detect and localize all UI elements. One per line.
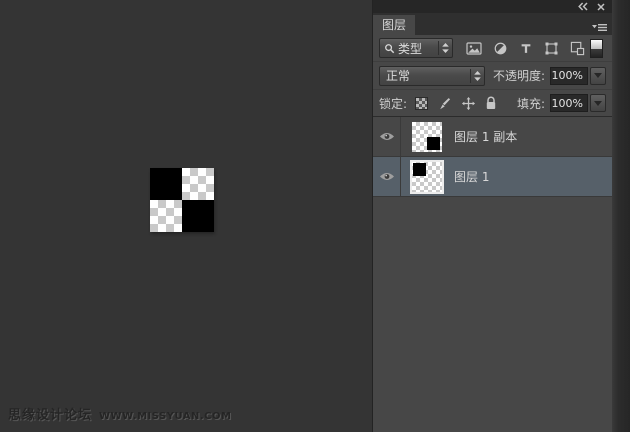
lock-position-move-icon[interactable] [461, 96, 476, 111]
lock-all-padlock-icon[interactable] [485, 96, 497, 110]
artwork-quadrant-black-br [182, 200, 214, 232]
layers-panel: 图层 类型 正常 不透明度: 100% 锁定: 填充: 100% 图层 1 副本… [372, 0, 612, 432]
toggle-knob [591, 39, 602, 49]
filter-kind-dropdown[interactable]: 类型 [379, 38, 453, 58]
lock-label: 锁定: [379, 96, 408, 111]
search-icon [385, 43, 395, 53]
artwork-quadrant-transparent-tr [182, 168, 214, 200]
adjustment-layer-filter-icon[interactable] [493, 41, 508, 56]
fill-dropdown-button[interactable] [590, 94, 606, 112]
layer-thumbnail[interactable] [409, 119, 445, 155]
smart-object-filter-icon[interactable] [570, 41, 585, 56]
opacity-label: 不透明度: [492, 69, 545, 83]
layers-list-empty-area[interactable] [373, 197, 612, 432]
filter-kind-label: 类型 [398, 41, 423, 56]
layer-filtering-toggle[interactable] [590, 38, 603, 58]
chevron-down-icon [594, 73, 602, 78]
eye-icon [379, 133, 394, 140]
panel-group-titlebar [373, 0, 612, 13]
layer-name[interactable]: 图层 1 副本 [454, 128, 517, 145]
filter-type-buttons [466, 41, 585, 56]
collapse-panels-icon[interactable] [578, 2, 588, 11]
shape-layer-filter-icon[interactable] [544, 41, 559, 56]
eye-icon [379, 173, 394, 180]
layer-name[interactable]: 图层 1 [454, 168, 489, 185]
visibility-toggle[interactable] [373, 117, 401, 156]
watermark-site-url: WWW.MISSYUAN.COM [99, 411, 232, 422]
opacity-value-field[interactable]: 100% [550, 66, 588, 85]
tab-layers[interactable]: 图层 [373, 15, 416, 35]
artwork-image[interactable] [150, 168, 214, 232]
layer-thumbnail[interactable] [409, 159, 445, 195]
type-layer-filter-icon[interactable] [519, 41, 533, 56]
layer-row-layer1[interactable]: 图层 1 [373, 157, 612, 197]
fill-label: 填充: [516, 96, 545, 111]
updown-arrows-icon [442, 43, 449, 53]
close-icon[interactable] [597, 2, 605, 11]
lock-transparent-pixels-icon[interactable] [415, 96, 429, 110]
layer-row-layer1-copy[interactable]: 图层 1 副本 [373, 117, 612, 157]
artwork-quadrant-transparent-bl [150, 200, 182, 232]
lock-buttons [415, 96, 497, 111]
watermark: 思缘设计论坛 WWW.MISSYUAN.COM [8, 404, 231, 423]
panel-dock-edge [612, 0, 630, 432]
updown-arrows-icon [474, 70, 481, 81]
blend-mode-dropdown[interactable]: 正常 [379, 65, 485, 86]
lock-image-pixels-brush-icon[interactable] [437, 96, 452, 111]
watermark-site-name: 思缘设计论坛 [8, 408, 93, 423]
layers-list: 图层 1 副本 图层 1 [373, 117, 612, 432]
lock-bar: 锁定: 填充: 100% [373, 90, 612, 117]
thumbnail-black-square [427, 136, 440, 150]
filter-bar: 类型 [373, 35, 612, 62]
blend-bar: 正常 不透明度: 100% [373, 62, 612, 90]
pixel-layer-filter-icon[interactable] [466, 41, 482, 56]
fill-value-field[interactable]: 100% [550, 94, 588, 112]
panel-tabstrip: 图层 [373, 13, 612, 35]
blend-mode-value: 正常 [386, 69, 411, 83]
panel-menu-icon[interactable] [592, 18, 607, 37]
thumbnail-black-square [413, 162, 426, 176]
visibility-toggle[interactable] [373, 157, 401, 196]
chevron-down-icon [594, 100, 602, 106]
opacity-dropdown-button[interactable] [590, 66, 606, 85]
artwork-quadrant-black-tl [150, 168, 182, 200]
